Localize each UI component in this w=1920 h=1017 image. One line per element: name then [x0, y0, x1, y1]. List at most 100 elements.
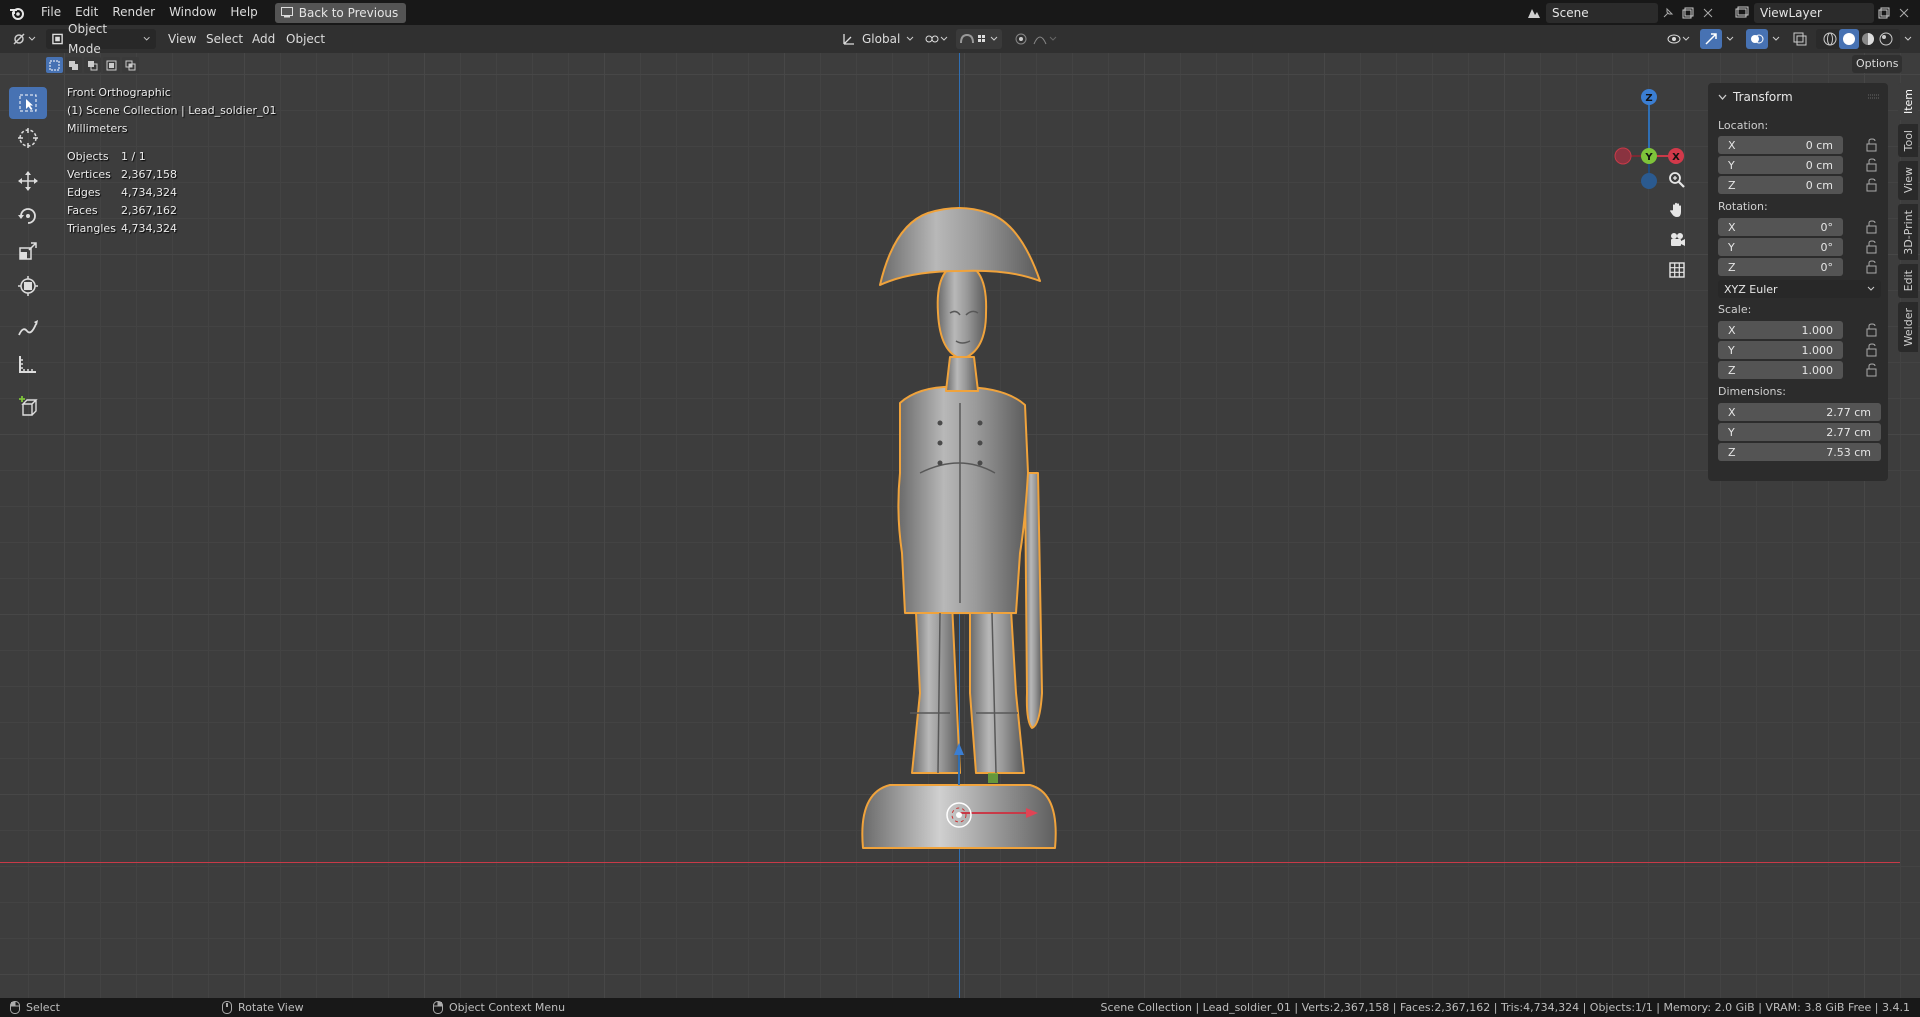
- gizmo-toggle-icon[interactable]: [1700, 29, 1722, 49]
- wireframe-shading-icon[interactable]: [1821, 32, 1839, 46]
- lock-icon[interactable]: [1865, 178, 1879, 192]
- scene-name-field[interactable]: Scene: [1546, 2, 1658, 23]
- menu-object[interactable]: Object: [286, 29, 325, 49]
- orientation-dropdown[interactable]: Global: [838, 29, 918, 49]
- stat-row: Faces 2,367,162: [67, 202, 277, 220]
- new-scene-icon[interactable]: [1678, 3, 1698, 23]
- tab-item[interactable]: Item: [1898, 83, 1918, 121]
- tab-welder[interactable]: Welder: [1898, 301, 1918, 352]
- solid-shading-icon[interactable]: [1839, 29, 1859, 49]
- cursor-tool-icon[interactable]: [9, 122, 47, 154]
- menu-window[interactable]: Window: [162, 0, 223, 25]
- overlays-toggle-icon[interactable]: [1746, 29, 1768, 49]
- scale-x-field[interactable]: X 1.000: [1718, 321, 1843, 339]
- blender-logo-icon[interactable]: [0, 0, 34, 25]
- location-x-field[interactable]: X 0 cm: [1718, 136, 1843, 154]
- material-shading-icon[interactable]: [1859, 32, 1877, 46]
- lock-icon[interactable]: [1865, 138, 1879, 152]
- gizmo-neg-z-axis[interactable]: [1641, 173, 1657, 189]
- dimensions-x-field[interactable]: X 2.77 cm: [1718, 403, 1881, 421]
- object-mode-icon: [52, 33, 63, 45]
- gizmo-options-chevron-icon[interactable]: [1722, 29, 1738, 49]
- select-new-icon[interactable]: [46, 57, 63, 73]
- select-invert-icon[interactable]: [103, 57, 120, 73]
- options-dropdown[interactable]: Options: [1852, 55, 1903, 73]
- lock-icon[interactable]: [1865, 260, 1879, 274]
- tab-view[interactable]: View: [1898, 161, 1918, 200]
- overlays-options-chevron-icon[interactable]: [1768, 29, 1784, 49]
- select-intersect-icon[interactable]: [122, 57, 139, 73]
- shading-options-chevron-icon[interactable]: [1900, 29, 1916, 49]
- scale-tool-icon[interactable]: [9, 235, 47, 267]
- drag-handle-icon[interactable]: [1868, 93, 1880, 101]
- scale-z-field[interactable]: Z 1.000: [1718, 361, 1843, 379]
- menu-add[interactable]: Add: [252, 29, 275, 49]
- gizmo-neg-x-axis[interactable]: [1614, 147, 1632, 165]
- rotation-y-field[interactable]: Y 0°: [1718, 238, 1843, 256]
- tab-edit[interactable]: Edit: [1898, 264, 1918, 298]
- mouse-left-icon: [10, 1001, 20, 1014]
- scene-browse-icon[interactable]: [1524, 3, 1544, 23]
- pivot-point-icon[interactable]: [922, 29, 952, 49]
- editor-type-icon[interactable]: [10, 29, 40, 49]
- back-to-previous-button[interactable]: Back to Previous: [274, 2, 407, 23]
- lock-icon[interactable]: [1865, 158, 1879, 172]
- pin-scene-icon[interactable]: [1658, 3, 1678, 23]
- lock-icon[interactable]: [1865, 343, 1879, 357]
- rotation-x-field[interactable]: X 0°: [1718, 218, 1843, 236]
- sidebar-transform-panel: Transform Location: X 0 cm Y 0 cm Z 0 cm Ro…: [1708, 83, 1888, 481]
- axis-label: Y: [1728, 158, 1735, 172]
- select-extend-icon[interactable]: [65, 57, 82, 73]
- select-subtract-icon[interactable]: [84, 57, 101, 73]
- location-y-field[interactable]: Y 0 cm: [1718, 156, 1843, 174]
- chevron-down-icon: [1867, 286, 1875, 291]
- 3d-viewport[interactable]: Front Orthographic (1) Scene Collection …: [0, 53, 1920, 998]
- move-tool-icon[interactable]: [9, 165, 47, 197]
- menu-help[interactable]: Help: [223, 0, 264, 25]
- menu-view[interactable]: View: [168, 29, 196, 49]
- rotation-mode-dropdown[interactable]: XYZ Euler: [1718, 280, 1881, 298]
- axis-label: Y: [1728, 425, 1735, 439]
- dimensions-y-field[interactable]: Y 2.77 cm: [1718, 423, 1881, 441]
- measure-tool-icon[interactable]: [9, 348, 47, 380]
- location-z-field[interactable]: Z 0 cm: [1718, 176, 1843, 194]
- view-layer-browse-icon[interactable]: [1732, 3, 1752, 23]
- delete-scene-icon[interactable]: [1698, 3, 1718, 23]
- mode-dropdown[interactable]: Object Mode: [46, 22, 156, 56]
- proportional-editing-icon[interactable]: [1012, 29, 1060, 49]
- transform-tool-icon[interactable]: [9, 270, 47, 302]
- field-value: 0 cm: [1805, 158, 1833, 172]
- rendered-shading-icon[interactable]: [1877, 32, 1895, 46]
- lock-icon[interactable]: [1865, 220, 1879, 234]
- menu-file[interactable]: File: [34, 0, 68, 25]
- transform-panel-header[interactable]: Transform: [1708, 83, 1888, 111]
- snap-toggle-icon[interactable]: [956, 29, 1002, 49]
- select-box-tool-icon[interactable]: [9, 87, 47, 119]
- rotation-z-field[interactable]: Z 0°: [1718, 258, 1843, 276]
- lock-icon[interactable]: [1865, 240, 1879, 254]
- pan-hand-icon[interactable]: [1663, 196, 1691, 224]
- lock-icon[interactable]: [1865, 363, 1879, 377]
- rotate-tool-icon[interactable]: [9, 200, 47, 232]
- status-select-label: Select: [26, 1001, 60, 1014]
- lock-icon[interactable]: [1865, 323, 1879, 337]
- view-layer-field[interactable]: ViewLayer: [1754, 2, 1874, 23]
- axis-label: Y: [1728, 240, 1735, 254]
- visibility-icon[interactable]: [1664, 29, 1694, 49]
- perspective-grid-icon[interactable]: [1663, 256, 1691, 284]
- tab-tool[interactable]: Tool: [1898, 124, 1918, 158]
- dimensions-z-field[interactable]: Z 7.53 cm: [1718, 443, 1881, 461]
- new-view-layer-icon[interactable]: [1874, 3, 1894, 23]
- xray-toggle-icon[interactable]: [1790, 29, 1810, 49]
- location-label: Location:: [1718, 119, 1769, 132]
- tab-3d-print[interactable]: 3D-Print: [1898, 203, 1918, 261]
- selection-mode-buttons: [46, 57, 139, 73]
- zoom-icon[interactable]: [1663, 166, 1691, 194]
- annotate-tool-icon[interactable]: [9, 313, 47, 345]
- menu-select[interactable]: Select: [206, 29, 243, 49]
- camera-view-icon[interactable]: [1663, 226, 1691, 254]
- scale-y-field[interactable]: Y 1.000: [1718, 341, 1843, 359]
- add-cube-tool-icon[interactable]: [9, 391, 47, 423]
- delete-view-layer-icon[interactable]: [1894, 3, 1914, 23]
- lead-soldier-model[interactable]: [820, 173, 1100, 873]
